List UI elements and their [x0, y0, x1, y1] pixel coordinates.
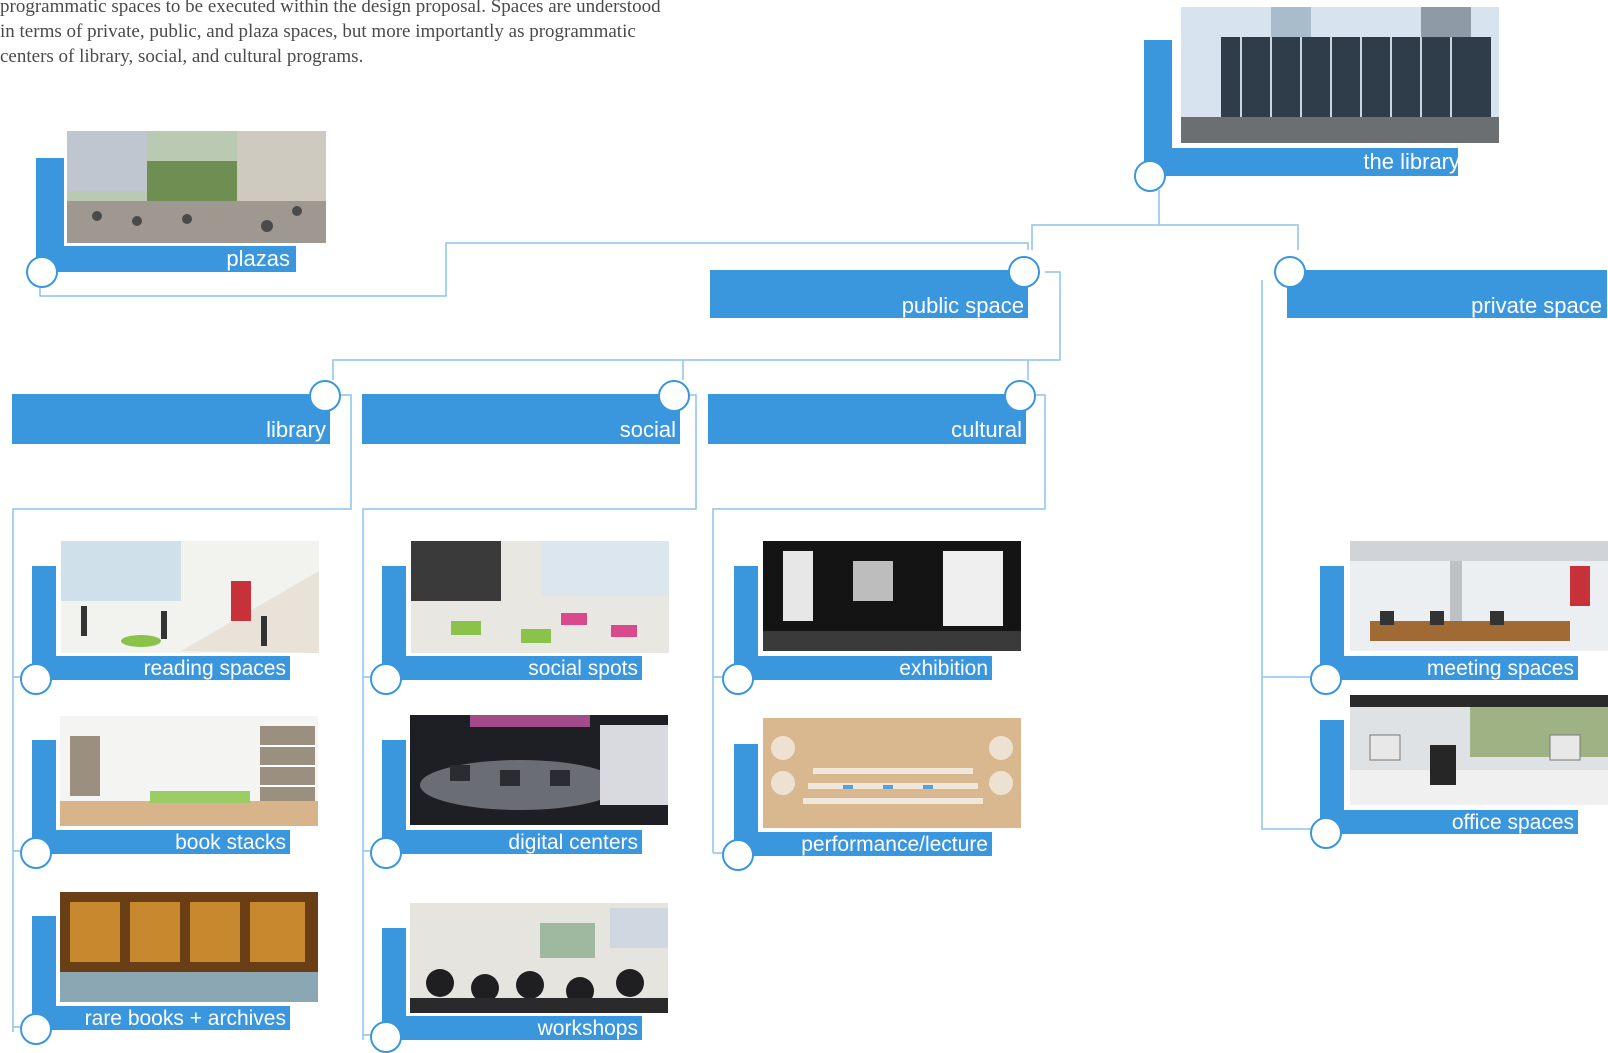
exhibition-label: exhibition [899, 657, 988, 680]
cultural-label: cultural [951, 417, 1022, 442]
connector-private [1261, 280, 1323, 830]
book-stacks-photo [60, 716, 318, 826]
rare-books-photo [60, 892, 318, 1002]
performance-photo [763, 718, 1021, 828]
reading-spaces-label: reading spaces [143, 657, 286, 680]
private-space-label: private space [1471, 293, 1602, 318]
digital-centers-photo [410, 715, 668, 825]
private-space-node[interactable] [1274, 256, 1306, 288]
plazas-node[interactable] [26, 256, 58, 288]
exhibition-bar-vertical [734, 566, 758, 666]
digital-centers-node[interactable] [370, 837, 402, 869]
performance-node[interactable] [722, 839, 754, 871]
meeting-spaces-photo [1350, 541, 1608, 651]
library-node[interactable] [309, 380, 341, 412]
library-label: library [266, 417, 326, 442]
social-spots-photo [411, 541, 669, 653]
plazas-label: plazas [226, 246, 290, 271]
social-label: social [619, 417, 676, 442]
meeting-spaces-label: meeting spaces [1426, 657, 1574, 680]
social-spots-bar-vertical [382, 566, 406, 666]
workshops-photo [410, 903, 668, 1013]
exhibition-node[interactable] [722, 663, 754, 695]
public-space-label: public space [901, 293, 1024, 318]
connector-root [1031, 190, 1160, 250]
book-stacks-label: book stacks [175, 831, 286, 854]
cultural-node[interactable] [1004, 380, 1036, 412]
social-spots-label: social spots [528, 657, 638, 680]
rare-books-label: rare books + archives [84, 1007, 286, 1030]
the-library-label: the library [1363, 149, 1460, 174]
reading-spaces-photo [61, 541, 319, 653]
rare-books-bar-vertical [32, 916, 56, 1016]
office-spaces-node[interactable] [1310, 817, 1342, 849]
office-spaces-photo [1350, 695, 1608, 805]
the-library-photo [1181, 7, 1499, 143]
social-spots-node[interactable] [370, 663, 402, 695]
reading-spaces-bar-vertical [32, 566, 56, 666]
meeting-spaces-bar-vertical [1320, 566, 1344, 666]
performance-label: performance/lecture [801, 833, 988, 856]
book-stacks-bar-vertical [32, 740, 56, 840]
office-spaces-label: office spaces [1451, 811, 1574, 834]
performance-bar-vertical [734, 744, 758, 844]
plazas-photo [67, 131, 326, 243]
social-node[interactable] [658, 380, 690, 412]
digital-centers-bar-vertical [382, 740, 406, 840]
connector-root-private [1159, 224, 1299, 250]
the-library-node[interactable] [1134, 160, 1166, 192]
meeting-spaces-node[interactable] [1310, 663, 1342, 695]
workshops-label: workshops [537, 1017, 638, 1040]
exhibition-photo [763, 541, 1021, 651]
reading-spaces-node[interactable] [20, 663, 52, 695]
workshops-bar-vertical [382, 928, 406, 1028]
rare-books-node[interactable] [20, 1013, 52, 1045]
workshops-node[interactable] [370, 1021, 402, 1053]
book-stacks-node[interactable] [20, 837, 52, 869]
digital-centers-label: digital centers [508, 831, 638, 854]
public-space-node[interactable] [1008, 256, 1040, 288]
